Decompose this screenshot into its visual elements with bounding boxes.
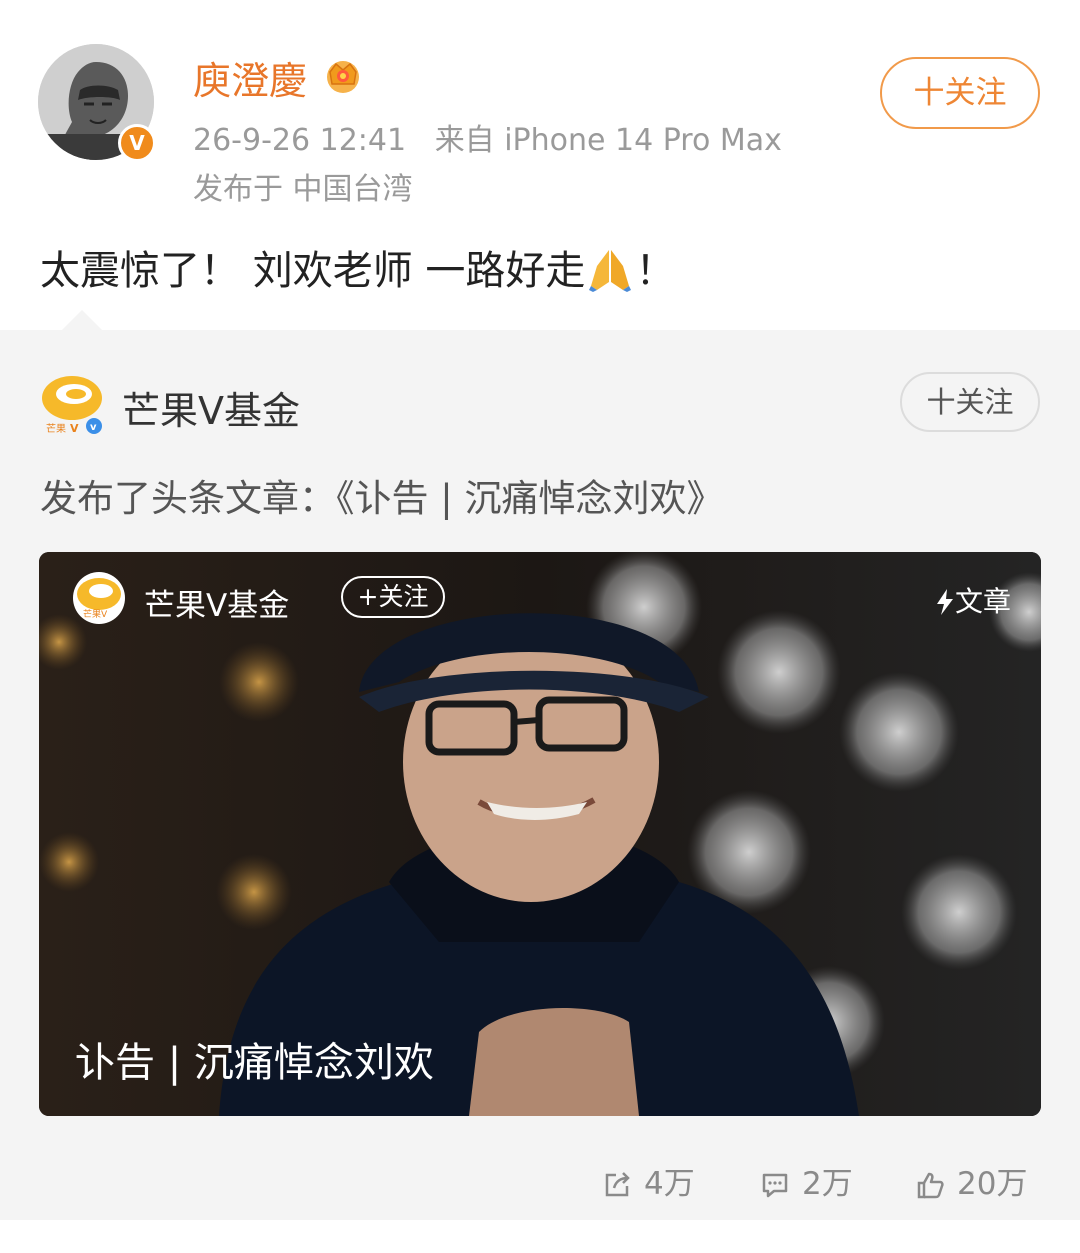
comment-button[interactable]: 2万 <box>760 1158 853 1203</box>
svg-text:芒果: 芒果 <box>46 422 66 435</box>
comment-count: 2万 <box>802 1166 853 1202</box>
thumbs-up-icon <box>917 1172 944 1199</box>
post-location: 发布于 中国台湾 <box>193 172 413 207</box>
like-button[interactable]: 20万 <box>915 1158 1027 1203</box>
like-count: 20万 <box>957 1166 1028 1202</box>
svg-text:芒果V: 芒果V <box>83 608 108 620</box>
follow-button[interactable]: 十关注 <box>880 57 1040 129</box>
crown-icon <box>327 61 359 93</box>
repost-pointer <box>62 310 102 330</box>
post-text-end: ！ <box>635 248 676 294</box>
card-type-text: 文章 <box>954 585 1011 618</box>
mango-v-fund-logo[interactable]: 芒果 V v <box>40 372 104 436</box>
post-text-main: 太震惊了！ 刘欢老师 一路好走 <box>40 248 586 294</box>
card-follow-button[interactable]: +关注 <box>341 576 445 618</box>
svg-text:v: v <box>90 422 97 433</box>
repost-headline[interactable]: 发布了头条文章：《讣告 | 沉痛悼念刘欢》 <box>40 468 724 522</box>
article-card[interactable]: 芒果V 芒果V基金 +关注 文章 讣告 | 沉痛悼念刘欢 <box>39 552 1041 1116</box>
post-footer-spacer <box>0 1220 1080 1253</box>
share-count: 4万 <box>644 1166 695 1202</box>
post-text: 太震惊了！ 刘欢老师 一路好走 ！ <box>40 238 675 296</box>
repost-account-name[interactable]: 芒果V基金 <box>122 380 300 435</box>
post-meta: 26-9-26 12:41 来自 iPhone 14 Pro Max <box>193 115 782 159</box>
username[interactable]: 庾澄慶 <box>193 50 307 105</box>
share-button[interactable]: 4万 <box>602 1158 695 1203</box>
lightning-icon <box>936 589 953 615</box>
repost-follow-button[interactable]: 十关注 <box>900 372 1040 432</box>
card-title: 讣告 | 沉痛悼念刘欢 <box>75 1040 434 1086</box>
card-account-name[interactable]: 芒果V基金 <box>144 580 289 625</box>
svg-text:V: V <box>70 422 79 435</box>
comment-icon <box>762 1173 788 1198</box>
share-icon <box>605 1172 630 1197</box>
verified-badge: V <box>118 124 156 162</box>
post-source: 来自 iPhone 14 Pro Max <box>434 123 782 158</box>
folded-hands-icon <box>589 250 632 292</box>
post-timestamp: 26-9-26 12:41 <box>193 123 407 158</box>
card-account-logo[interactable]: 芒果V <box>73 572 125 624</box>
card-type-label: 文章 <box>935 580 1011 620</box>
